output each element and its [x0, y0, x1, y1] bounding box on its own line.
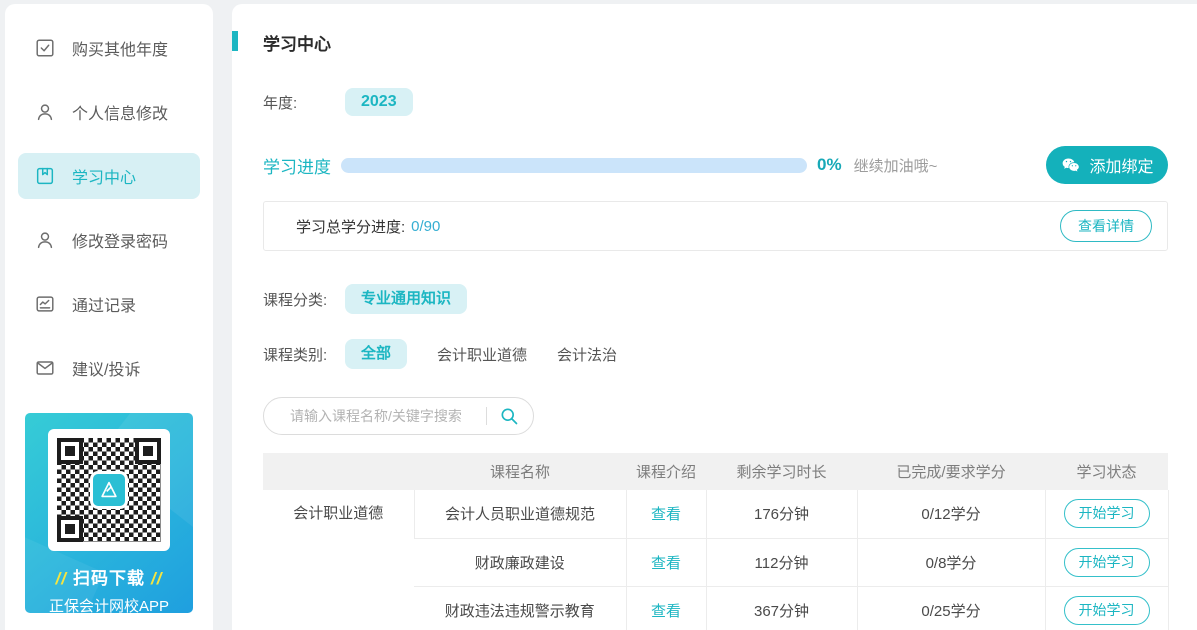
- category-label: 课程分类:: [263, 289, 345, 310]
- type-option-accounting-ethics[interactable]: 会计职业道德: [437, 344, 527, 365]
- slash-decoration: //: [151, 569, 162, 588]
- credit-progress: 0/25学分: [857, 586, 1045, 630]
- sidebar: 购买其他年度 个人信息修改 学习中心 修改登录密码 通过记录 建议/投诉: [5, 4, 213, 630]
- search-section: [263, 397, 1168, 435]
- scan-download-text: //扫码下载//: [25, 564, 193, 589]
- search-icon[interactable]: [499, 406, 519, 426]
- sidebar-item-change-password[interactable]: 修改登录密码: [18, 217, 200, 263]
- slash-decoration: //: [56, 569, 67, 588]
- progress-encourage-text: 继续加油哦~: [854, 155, 938, 176]
- sidebar-item-label: 学习中心: [72, 164, 136, 188]
- type-option-all[interactable]: 全部: [345, 339, 407, 369]
- view-intro-link[interactable]: 查看: [651, 506, 681, 523]
- credit-progress-value: 0/90: [411, 218, 440, 235]
- page-title: 学习中心: [263, 30, 1168, 55]
- credit-progress: 0/8学分: [857, 538, 1045, 586]
- total-credit-panel: 学习总学分进度: 0/90 查看详情: [263, 201, 1168, 251]
- credit-progress: 0/12学分: [857, 490, 1045, 538]
- wechat-icon: [1060, 155, 1081, 176]
- envelope-icon: [34, 357, 56, 379]
- col-header-course-intro: 课程介绍: [626, 453, 706, 490]
- app-logo-icon: [90, 471, 128, 509]
- checkbox-icon: [34, 37, 56, 59]
- progress-percent: 0%: [817, 155, 842, 175]
- qr-finder: [57, 438, 83, 464]
- col-header-credits: 已完成/要求学分: [857, 453, 1045, 490]
- course-category-filter: 课程分类: 专业通用知识: [263, 284, 1168, 314]
- add-binding-button[interactable]: 添加绑定: [1046, 146, 1168, 184]
- course-group-label: 会计职业道德: [263, 490, 414, 630]
- col-header-course-name: 课程名称: [414, 453, 626, 490]
- sidebar-item-suggestions[interactable]: 建议/投诉: [18, 345, 200, 391]
- search-divider: [486, 407, 487, 425]
- course-name: 财政违法违规警示教育: [414, 586, 626, 630]
- sidebar-item-profile-edit[interactable]: 个人信息修改: [18, 89, 200, 135]
- sidebar-item-label: 个人信息修改: [72, 100, 168, 124]
- sidebar-item-buy-other-years[interactable]: 购买其他年度: [18, 25, 200, 71]
- sidebar-item-pass-records[interactable]: 通过记录: [18, 281, 200, 327]
- remaining-time: 176分钟: [706, 490, 857, 538]
- type-label: 课程类别:: [263, 344, 345, 365]
- course-table: 课程名称 课程介绍 剩余学习时长 已完成/要求学分 学习状态 会计职业道德 会计…: [263, 453, 1169, 630]
- table-header-row: 课程名称 课程介绍 剩余学习时长 已完成/要求学分 学习状态: [263, 453, 1168, 490]
- course-type-filter: 课程类别: 全部 会计职业道德 会计法治: [263, 339, 1168, 369]
- progress-section: 学习进度 0% 继续加油哦~ 添加绑定: [263, 146, 1168, 184]
- start-learning-button[interactable]: 开始学习: [1064, 596, 1150, 625]
- main-content: 学习中心 年度: 2023 学习进度 0% 继续加油哦~ 添加绑定 学习总学分进…: [232, 4, 1197, 630]
- view-intro-link[interactable]: 查看: [651, 555, 681, 572]
- sidebar-item-label: 通过记录: [72, 292, 136, 316]
- category-option-general-knowledge[interactable]: 专业通用知识: [345, 284, 467, 314]
- qr-code: [48, 429, 170, 551]
- year-filter: 年度: 2023: [263, 88, 1168, 116]
- sidebar-item-label: 购买其他年度: [72, 36, 168, 60]
- col-header-category: [263, 453, 414, 490]
- search-input[interactable]: [290, 408, 486, 424]
- view-details-button[interactable]: 查看详情: [1060, 210, 1152, 242]
- person-icon: [34, 229, 56, 251]
- sidebar-item-label: 修改登录密码: [72, 228, 168, 252]
- sidebar-item-label: 建议/投诉: [72, 356, 140, 380]
- add-binding-label: 添加绑定: [1089, 153, 1153, 177]
- search-box: [263, 397, 534, 435]
- title-accent-bar: [232, 31, 238, 51]
- start-learning-button[interactable]: 开始学习: [1064, 548, 1150, 577]
- progress-bar: [341, 158, 807, 173]
- course-name: 会计人员职业道德规范: [414, 490, 626, 538]
- app-name-text: 正保会计网校APP: [25, 595, 193, 613]
- record-chart-icon: [34, 293, 56, 315]
- page-header: 学习中心: [263, 4, 1168, 55]
- app-download-banner[interactable]: //扫码下载// 正保会计网校APP: [25, 413, 193, 613]
- year-label: 年度:: [263, 92, 345, 113]
- year-2023-pill[interactable]: 2023: [345, 88, 413, 116]
- table-row: 会计职业道德 会计人员职业道德规范 查看 176分钟 0/12学分 开始学习: [263, 490, 1168, 538]
- bookmark-icon: [34, 165, 56, 187]
- qr-finder: [57, 516, 83, 542]
- col-header-remaining-time: 剩余学习时长: [706, 453, 857, 490]
- progress-label: 学习进度: [263, 153, 341, 178]
- col-header-status: 学习状态: [1045, 453, 1168, 490]
- remaining-time: 367分钟: [706, 586, 857, 630]
- remaining-time: 112分钟: [706, 538, 857, 586]
- person-icon: [34, 101, 56, 123]
- qr-finder: [135, 438, 161, 464]
- course-name: 财政廉政建设: [414, 538, 626, 586]
- sidebar-item-learning-center[interactable]: 学习中心: [18, 153, 200, 199]
- type-option-accounting-law[interactable]: 会计法治: [557, 344, 617, 365]
- view-intro-link[interactable]: 查看: [651, 603, 681, 620]
- start-learning-button[interactable]: 开始学习: [1064, 499, 1150, 528]
- credit-progress-label: 学习总学分进度:: [296, 216, 405, 237]
